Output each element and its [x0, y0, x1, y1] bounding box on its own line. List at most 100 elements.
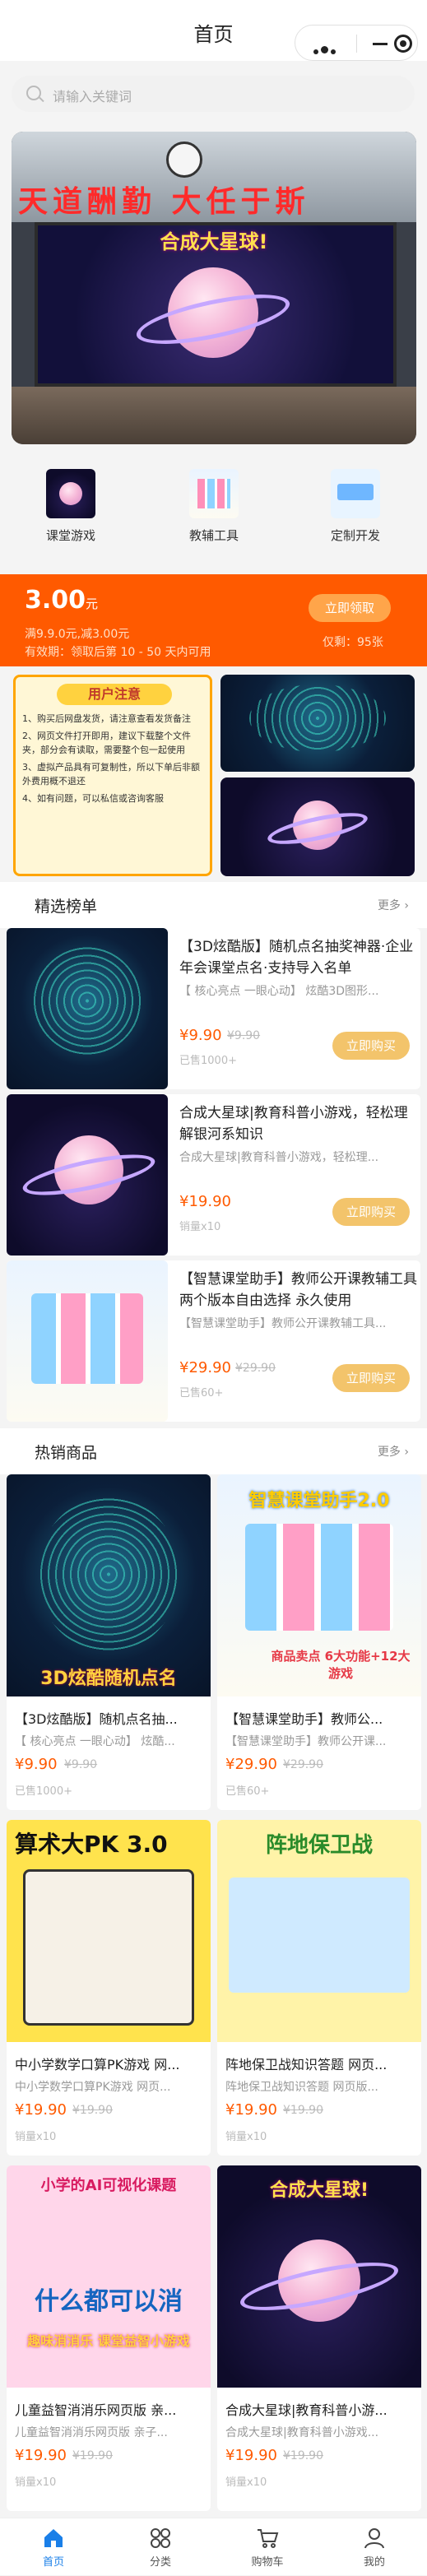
featured-item[interactable]: 【智慧课堂助手】教师公开课教辅工具 两个版本自由选择 永久使用 【智慧课堂助手】…: [7, 1260, 420, 1422]
minimize-icon[interactable]: [373, 43, 388, 45]
product-subtitle: 中小学数学口算PK游戏 网页...: [15, 2081, 171, 2094]
close-icon[interactable]: [394, 35, 412, 53]
featured-item[interactable]: 合成大星球|教育科普小游戏，轻松理解银河系知识 合成大星球|教育科普小游戏，轻松…: [7, 1094, 420, 1256]
notice-card[interactable]: 用户注意 1、购买后网盘发货，请注意查看发货备注 2、网页文件打开即用，建议下载…: [13, 675, 212, 876]
product-sold: 销量x10: [179, 1221, 221, 1233]
product-thumbnail: [7, 928, 168, 1089]
product-subtitle: 【智慧课堂助手】教师公开课...: [225, 1735, 387, 1748]
banner-badge: 合成大星球!: [160, 230, 268, 253]
product-subtitle: 合成大星球|教育科普小游戏，轻松理...: [179, 1151, 379, 1164]
buy-button[interactable]: 立即购买: [332, 1198, 410, 1226]
hot-item[interactable]: 阵地保卫战 阵地保卫战知识答题 网页... 阵地保卫战知识答题 网页版... ¥…: [217, 1820, 421, 2156]
product-original-price: ¥9.90: [227, 1029, 261, 1042]
product-name: 合成大星球|教育科普小游戏，轻松理解银河系知识: [179, 1105, 408, 1143]
featured-more-link[interactable]: 更多 ›: [378, 897, 409, 913]
promo-tile-planet[interactable]: [220, 777, 415, 876]
thumbnail-text: 3D炫酷随机点名: [40, 1669, 177, 1689]
banner-headline: 天道酬勤 大任于斯: [18, 184, 310, 219]
product-price: ¥9.90: [15, 1756, 58, 1773]
coupon-remaining: 仅剩：95张: [323, 636, 383, 649]
promo-tile-3d-draw[interactable]: [220, 675, 415, 772]
product-thumbnail: 智慧课堂助手2.0 商品卖点 6大功能+12大游戏: [217, 1474, 421, 1696]
hot-item[interactable]: 3D炫酷随机点名 【3D炫酷版】随机点名抽... 【 核心亮点 一眼心动】 炫酷…: [7, 1474, 211, 1810]
tab-bar: 首页 分类 购物车 我的: [0, 2518, 427, 2575]
tab-cart[interactable]: 购物车: [214, 2518, 321, 2576]
product-sold: 销量x10: [15, 2131, 57, 2143]
product-name: 【智慧课堂助手】教师公...: [225, 1711, 383, 1727]
product-price: ¥29.90: [225, 1756, 277, 1773]
product-price: ¥29.90: [179, 1359, 231, 1376]
thumbnail-text: 小学的AI可视化课题: [40, 2177, 177, 2194]
tab-label: 购物车: [251, 2556, 284, 2569]
tab-category[interactable]: 分类: [107, 2518, 214, 2576]
product-sold: 销量x10: [225, 2476, 267, 2489]
thumbnail-text: 什么都可以消: [35, 2287, 183, 2316]
category-icon: [331, 469, 380, 518]
section-title: 热销商品: [35, 1444, 98, 1462]
more-icon[interactable]: [313, 42, 341, 54]
product-sold: 已售1000+: [179, 1055, 237, 1067]
coupon-condition: 满9.9.0元,减3.00元: [25, 628, 130, 641]
search-placeholder: 请输入关键词: [53, 89, 132, 104]
category-label: 定制开发: [330, 528, 380, 543]
buy-button[interactable]: 立即购买: [332, 1364, 410, 1392]
product-name: 儿童益智消消乐网页版 亲...: [15, 2402, 177, 2418]
category-grid-icon: [149, 2527, 172, 2550]
search-icon: [26, 86, 41, 100]
hot-item[interactable]: 小学的AI可视化课题 什么都可以消 趣味消消乐 课堂益智小游戏 儿童益智消消乐网…: [7, 2165, 211, 2511]
product-original-price: ¥19.90: [283, 2104, 323, 2117]
product-sold: 销量x10: [225, 2131, 267, 2143]
product-subtitle: 合成大星球|教育科普小游戏...: [225, 2426, 379, 2439]
product-original-price: ¥19.90: [283, 2449, 323, 2462]
thumbnail-text: 商品卖点 6大功能+12大游戏: [271, 1649, 411, 1681]
product-price: ¥19.90: [15, 2447, 67, 2464]
search-input[interactable]: 请输入关键词: [12, 76, 415, 112]
category-classroom-games[interactable]: 课堂游戏: [21, 469, 120, 544]
featured-item[interactable]: 【3D炫酷版】随机点名抽奖神器·企业年会课堂点名·支持导入名单 【 核心亮点 一…: [7, 928, 420, 1089]
hot-item[interactable]: 合成大星球! 合成大星球|教育科普小游... 合成大星球|教育科普小游戏... …: [217, 2165, 421, 2511]
product-price: ¥19.90: [225, 2101, 277, 2119]
banner-image[interactable]: 天道酬勤 大任于斯 合成大星球!: [12, 132, 416, 444]
hot-item[interactable]: 智慧课堂助手2.0 商品卖点 6大功能+12大游戏 【智慧课堂助手】教师公...…: [217, 1474, 421, 1810]
product-price: ¥9.90: [179, 1027, 222, 1044]
coupon-amount: 3.00元: [25, 586, 99, 615]
product-subtitle: 阵地保卫战知识答题 网页版...: [225, 2081, 378, 2094]
coupon-validity: 有效期：领取后第 10 - 50 天内可用: [25, 646, 211, 659]
product-subtitle: 【 核心亮点 一眼心动】 炫酷...: [15, 1735, 175, 1748]
product-name: 【智慧课堂助手】教师公开课教辅工具 两个版本自由选择 永久使用: [179, 1271, 417, 1309]
category-label: 教辅工具: [188, 528, 239, 543]
thumbnail-text: 阵地保卫战: [265, 1833, 373, 1858]
category-custom-dev[interactable]: 定制开发: [306, 469, 405, 544]
hot-item[interactable]: 算术大PK 3.0 中小学数学口算PK游戏 网... 中小学数学口算PK游戏 网…: [7, 1820, 211, 2156]
hot-more-link[interactable]: 更多 ›: [378, 1443, 409, 1460]
category-icon: [46, 469, 95, 518]
user-icon: [363, 2527, 386, 2550]
notice-line: 3、虚拟产品具有可复制性，所以下单后非额外费用概不退还: [22, 762, 200, 787]
product-sold: 已售1000+: [15, 1785, 72, 1798]
product-price: ¥19.90: [179, 1193, 231, 1210]
product-subtitle: 【 核心亮点 一眼心动】 炫酷3D图形...: [179, 985, 379, 998]
hot-section-header: 热销商品 更多 ›: [0, 1428, 427, 1474]
product-thumbnail: 阵地保卫战: [217, 1820, 421, 2042]
product-price: ¥19.90: [15, 2101, 67, 2119]
tab-profile[interactable]: 我的: [321, 2518, 427, 2576]
product-thumbnail: 算术大PK 3.0: [7, 1820, 211, 2042]
product-name: 阵地保卫战知识答题 网页...: [225, 2057, 388, 2072]
section-title: 精选榜单: [35, 898, 98, 916]
product-thumbnail: [7, 1094, 168, 1256]
tab-home[interactable]: 首页: [0, 2518, 107, 2576]
miniprogram-capsule: [295, 25, 418, 61]
product-name: 【3D炫酷版】随机点名抽...: [15, 1711, 178, 1727]
product-thumbnail: 小学的AI可视化课题 什么都可以消 趣味消消乐 课堂益智小游戏: [7, 2165, 211, 2388]
thumbnail-text: 算术大PK 3.0: [15, 1831, 168, 1858]
category-teaching-tools[interactable]: 教辅工具: [165, 469, 263, 544]
claim-coupon-button[interactable]: 立即领取: [309, 594, 391, 622]
coupon-card: 3.00元 满9.9.0元,减3.00元 有效期：领取后第 10 - 50 天内…: [0, 574, 427, 666]
buy-button[interactable]: 立即购买: [332, 1032, 410, 1060]
tab-label: 首页: [42, 2556, 64, 2569]
product-subtitle: 【智慧课堂助手】教师公开课教辅工具...: [179, 1317, 387, 1330]
product-thumbnail: 3D炫酷随机点名: [7, 1474, 211, 1696]
nav-bar: 首页: [0, 0, 427, 61]
featured-section-header: 精选榜单 更多 ›: [0, 882, 427, 928]
thumbnail-text: 趣味消消乐 课堂益智小游戏: [27, 2333, 190, 2349]
